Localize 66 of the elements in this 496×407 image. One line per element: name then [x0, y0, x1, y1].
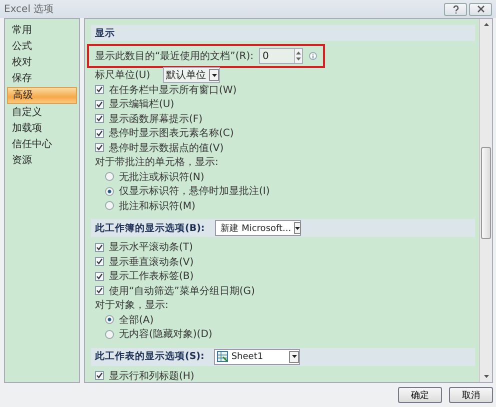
group-label: 对于对象，显示:	[95, 298, 168, 312]
number-spinner[interactable]: 0	[259, 48, 304, 64]
checkbox-label: 显示工作表标签(B)	[109, 270, 194, 284]
checkbox[interactable]	[95, 100, 104, 109]
selector-dropdown[interactable]: Sheet1	[214, 348, 300, 364]
scrollbar[interactable]	[479, 19, 492, 382]
sidebar-item[interactable]: 资源	[7, 153, 77, 168]
unit-dropdown[interactable]: 默认单位	[163, 67, 220, 84]
checkbox[interactable]	[95, 371, 104, 380]
info-icon	[309, 52, 318, 60]
scrollbar-thumb[interactable]	[481, 147, 491, 239]
radio-button[interactable]	[105, 172, 114, 182]
section-title: 此工作簿的显示选项(B):	[95, 222, 205, 234]
checkbox[interactable]	[95, 114, 104, 124]
radio-label: 全部(A)	[119, 314, 154, 327]
checkbox-label: 显示编辑栏(U)	[109, 98, 174, 112]
sheet-icon	[217, 351, 228, 362]
checkbox-label: 显示行和列标题(H)	[109, 370, 194, 382]
radio-button[interactable]	[105, 201, 114, 210]
checkbox-label: 悬停时显示数据点的值(V)	[109, 142, 224, 155]
checkbox-label: 使用“自动筛选”菜单分组日期(G)	[109, 284, 255, 298]
checkbox[interactable]	[95, 272, 104, 281]
radio-label: 批注和标识符(M)	[119, 200, 196, 213]
selector-value: Sheet1	[231, 352, 264, 362]
checkbox[interactable]	[95, 143, 104, 152]
checkbox-label: 显示水平滚动条(T)	[109, 240, 193, 254]
section-title: 此工作表的显示选项(S):	[95, 350, 204, 363]
sidebar-item[interactable]: 保存	[7, 71, 77, 86]
radio-label: 无内容(隐藏对象)(D)	[119, 328, 212, 342]
scroll-up-icon	[484, 23, 488, 26]
sidebar-item[interactable]: 信任中心	[7, 137, 77, 152]
sidebar-item[interactable]: 校对	[7, 55, 77, 70]
radio-button[interactable]	[105, 315, 114, 324]
checkbox[interactable]	[95, 128, 104, 138]
section-title: 显示	[95, 26, 115, 40]
checkbox-label: 悬停时显示图表元素名称(C)	[109, 126, 234, 140]
sidebar-item[interactable]: 加载项	[7, 121, 77, 136]
close-icon	[476, 5, 484, 13]
checkbox[interactable]	[95, 242, 104, 252]
spin-arrows-icon[interactable]	[294, 49, 302, 63]
checkbox[interactable]	[95, 85, 104, 94]
dialog-button[interactable]: 确定	[398, 387, 442, 403]
checkbox-label: 显示函数屏幕提示(F)	[109, 112, 203, 126]
checkbox[interactable]	[95, 286, 104, 296]
help-icon	[452, 4, 460, 14]
help-button[interactable]	[444, 2, 467, 16]
dialog-button[interactable]: 取消	[449, 387, 493, 403]
radio-label: 无批注或标识符(N)	[119, 170, 204, 184]
sidebar-item[interactable]: 常用	[7, 23, 77, 38]
selector-dropdown[interactable]: 新建 Microsoft...	[214, 220, 301, 236]
radio-button[interactable]	[105, 186, 114, 196]
option-label: 标尺单位(U)	[95, 68, 150, 82]
sidebar-item[interactable]: 高级	[7, 87, 77, 104]
checkbox-label: 在任务栏中显示所有窗口(W)	[109, 84, 237, 97]
radio-label: 仅显示标识符，悬停时加显批注(I)	[119, 184, 270, 198]
checkbox-label: 显示垂直滚动条(V)	[109, 256, 194, 269]
option-label: 显示此数目的“最近使用的文档”(R):	[95, 50, 254, 63]
checkbox[interactable]	[95, 257, 104, 266]
close-button[interactable]	[469, 2, 492, 16]
sidebar-item[interactable]: 公式	[7, 39, 77, 54]
selector-value: 新建 Microsoft...	[220, 222, 292, 234]
radio-button[interactable]	[105, 330, 114, 339]
window-title: Excel 选项	[4, 2, 54, 16]
group-label: 对于带批注的单元格，显示:	[95, 156, 218, 170]
scroll-down-icon	[484, 375, 488, 378]
sidebar-item[interactable]: 自定义	[7, 105, 77, 120]
